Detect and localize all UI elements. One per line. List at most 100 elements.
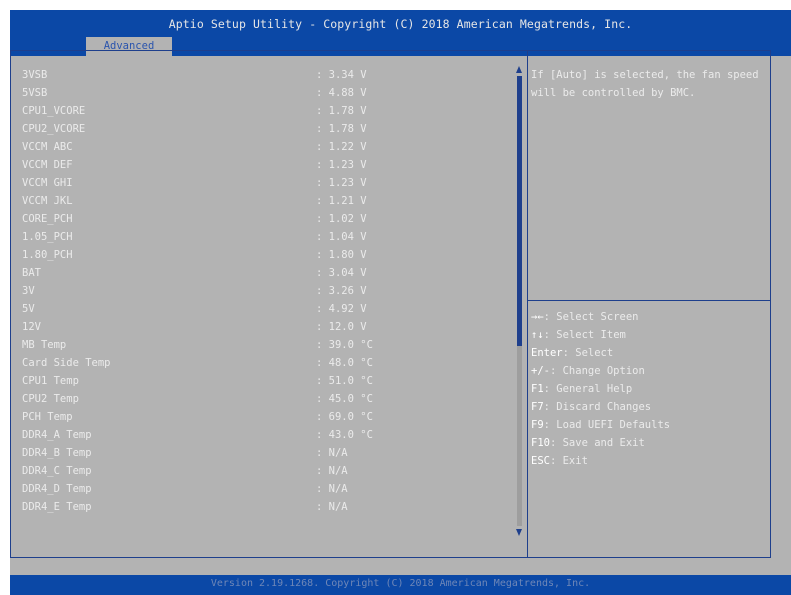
reading-label: 12V [22, 321, 41, 333]
scroll-thumb[interactable] [517, 76, 522, 346]
reading-label: Card Side Temp [22, 357, 111, 369]
key-name: ↑↓ [531, 329, 544, 341]
footer-bar: Version 2.19.1268. Copyright (C) 2018 Am… [10, 575, 791, 595]
key-description: : Select Item [543, 329, 626, 341]
reading-row[interactable]: DDR4_E Temp: N/A [22, 498, 502, 516]
reading-label: DDR4_D Temp [22, 483, 92, 495]
reading-row[interactable]: 5V: 4.92 V [22, 300, 502, 318]
reading-label: DDR4_B Temp [22, 447, 92, 459]
reading-value: : 3.26 V [316, 285, 367, 297]
reading-label: VCCM ABC [22, 141, 73, 153]
key-name: →← [531, 311, 544, 323]
key-hint: →←: Select Screen [531, 308, 769, 326]
reading-row[interactable]: DDR4_D Temp : N/A [22, 480, 502, 498]
key-hint: Enter: Select [531, 344, 769, 362]
reading-value: : 4.92 V [316, 303, 367, 315]
reading-row[interactable]: 3V : 3.26 V [22, 282, 502, 300]
key-hint: F9: Load UEFI Defaults [531, 416, 769, 434]
key-name: F9 [531, 419, 544, 431]
reading-row[interactable]: PCH Temp : 69.0 °C [22, 408, 502, 426]
reading-label: DDR4_A Temp [22, 429, 92, 441]
reading-value: : 1.23 V [316, 177, 367, 189]
reading-value: : 1.80 V [316, 249, 367, 261]
reading-label: 3VSB [22, 69, 48, 81]
reading-row[interactable]: DDR4_B Temp : N/A [22, 444, 502, 462]
key-name: Enter [531, 347, 563, 359]
reading-label: CPU2 Temp [22, 393, 79, 405]
help-divider [528, 300, 771, 301]
reading-row[interactable]: CPU2_VCORE : 1.78 V [22, 120, 502, 138]
reading-value: : 51.0 °C [316, 375, 373, 387]
key-name: F1 [531, 383, 544, 395]
key-description: : Exit [549, 455, 588, 467]
reading-value: : 12.0 V [316, 321, 367, 333]
reading-row[interactable]: VCCM JKL: 1.21 V [22, 192, 502, 210]
reading-label: 1.05_PCH [22, 231, 73, 243]
reading-row[interactable]: DDR4_A Temp : 43.0 °C [22, 426, 502, 444]
reading-row[interactable]: VCCM GHI : 1.23 V [22, 174, 502, 192]
reading-value: : 48.0 °C [316, 357, 373, 369]
version-text: Version 2.19.1268. Copyright (C) 2018 Am… [210, 578, 591, 589]
reading-row[interactable]: CPU1_VCORE : 1.78 V [22, 102, 502, 120]
reading-value: : N/A [316, 465, 348, 477]
key-name: +/- [531, 365, 550, 377]
reading-label: DDR4_C Temp [22, 465, 92, 477]
reading-label: CPU1_VCORE [22, 105, 86, 117]
scroll-track[interactable] [517, 76, 522, 526]
reading-row[interactable]: BAT: 3.04 V [22, 264, 502, 282]
reading-row[interactable]: MB Temp : 39.0 °C [22, 336, 502, 354]
reading-row[interactable]: CPU1 Temp : 51.0 °C [22, 372, 502, 390]
reading-value: : 1.22 V [316, 141, 367, 153]
reading-label: 3V [22, 285, 35, 297]
reading-row[interactable]: Card Side Temp : 48.0 °C [22, 354, 502, 372]
reading-label: PCH Temp [22, 411, 73, 423]
reading-value: : 4.88 V [316, 87, 367, 99]
reading-label: CPU1 Temp [22, 375, 79, 387]
scroll-down-arrow-icon[interactable] [516, 529, 522, 536]
reading-value: : N/A [316, 483, 348, 495]
reading-row[interactable]: 1.05_PCH: 1.04 V [22, 228, 502, 246]
reading-value: : 69.0 °C [316, 411, 373, 423]
reading-label: DDR4_E Temp [22, 501, 92, 513]
reading-row[interactable]: 3VSB : 3.34 V [22, 66, 502, 84]
reading-label: 1.80_PCH [22, 249, 73, 261]
reading-label: CORE_PCH [22, 213, 73, 225]
reading-label: MB Temp [22, 339, 67, 351]
scrollbar[interactable] [516, 66, 523, 536]
key-description: : General Help [543, 383, 633, 395]
scroll-up-arrow-icon[interactable] [516, 66, 522, 73]
key-description: : Select [562, 347, 614, 359]
reading-label: 5VSB [22, 87, 48, 99]
panel-divider [527, 50, 528, 558]
key-name: F7 [531, 401, 544, 413]
reading-row[interactable]: 12V : 12.0 V [22, 318, 502, 336]
reading-value: : 3.34 V [316, 69, 367, 81]
reading-value: : 1.78 V [316, 123, 367, 135]
reading-row[interactable]: CPU2 Temp : 45.0 °C [22, 390, 502, 408]
reading-value: : 1.78 V [316, 105, 367, 117]
reading-row[interactable]: VCCM ABC : 1.22 V [22, 138, 502, 156]
key-description: : Discard Changes [543, 401, 652, 413]
reading-row[interactable]: VCCM DEF: 1.23 V [22, 156, 502, 174]
reading-value: : 39.0 °C [316, 339, 373, 351]
key-legend: →←: Select Screen ↑↓: Select Item Enter: S… [531, 308, 769, 470]
key-hint: F10: Save and Exit [531, 434, 769, 452]
reading-label: VCCM GHI [22, 177, 73, 189]
reading-row[interactable]: DDR4_C Temp : N/A [22, 462, 502, 480]
reading-row[interactable]: 1.80_PCH : 1.80 V [22, 246, 502, 264]
reading-value: : 43.0 °C [316, 429, 373, 441]
reading-row[interactable]: 5VSB : 4.88 V [22, 84, 502, 102]
reading-value: : N/A [316, 447, 348, 459]
key-name: ESC [531, 455, 550, 467]
key-hint: +/-: Change Option [531, 362, 769, 380]
key-description: : Load UEFI Defaults [543, 419, 671, 431]
reading-label: CPU2_VCORE [22, 123, 86, 135]
key-description: : Change Option [549, 365, 645, 377]
key-hint: ↑↓: Select Item [531, 326, 769, 344]
reading-row[interactable]: CORE_PCH: 1.02 V [22, 210, 502, 228]
reading-value: : 45.0 °C [316, 393, 373, 405]
hardware-monitor-list: 3VSB : 3.34 V 5VSB : 4.88 V CPU1_VCORE : 1.78… [22, 66, 502, 516]
key-hint: F1: General Help [531, 380, 769, 398]
utility-title: Aptio Setup Utility - Copyright (C) 2018… [168, 17, 633, 31]
reading-label: BAT [22, 267, 41, 279]
